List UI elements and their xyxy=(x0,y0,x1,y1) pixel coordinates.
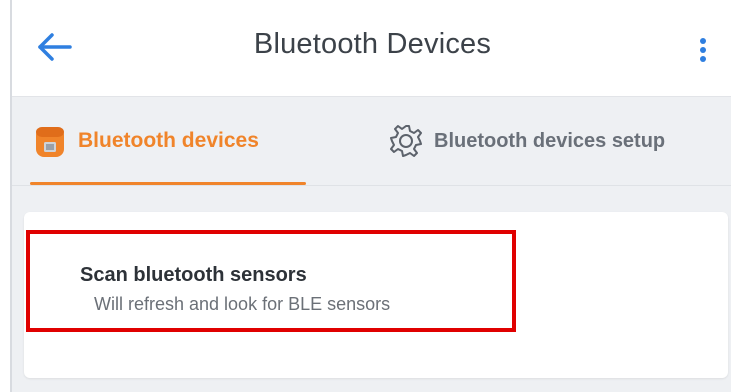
more-options-button[interactable] xyxy=(688,24,718,74)
more-vert-icon xyxy=(700,38,706,62)
app-frame: Bluetooth Devices Bluetooth devices Blue… xyxy=(10,0,731,392)
tab-bar: Bluetooth devices Bluetooth devices setu… xyxy=(12,97,731,186)
gear-icon xyxy=(390,125,422,157)
active-tab-indicator xyxy=(30,182,306,185)
tab-bluetooth-devices[interactable]: Bluetooth devices xyxy=(30,97,306,185)
tab-bluetooth-devices-setup[interactable]: Bluetooth devices setup xyxy=(386,97,726,185)
content-card: Scan bluetooth sensors Will refresh and … xyxy=(24,212,728,378)
tab-bluetooth-devices-label: Bluetooth devices xyxy=(78,129,259,152)
bluetooth-device-icon xyxy=(36,127,64,157)
scan-item-subtitle: Will refresh and look for BLE sensors xyxy=(94,294,391,314)
scan-item-title: Scan bluetooth sensors xyxy=(80,264,307,286)
app-bar: Bluetooth Devices xyxy=(12,0,731,97)
tab-bluetooth-devices-setup-label: Bluetooth devices setup xyxy=(434,129,666,152)
scan-bluetooth-sensors-item[interactable]: Scan bluetooth sensors Will refresh and … xyxy=(26,230,516,332)
page-title: Bluetooth Devices xyxy=(253,28,492,60)
